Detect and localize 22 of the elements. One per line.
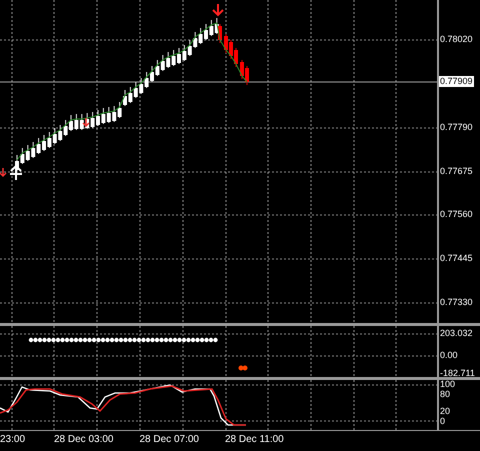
indicator-axis-label: -182.711: [440, 368, 475, 379]
price-axis-label: 0.77445: [440, 253, 473, 264]
time-axis-label: 28 Dec 03:00: [54, 434, 114, 445]
indicator-axis-label: 0.00: [440, 350, 458, 361]
down-arrow-icon: [0, 167, 7, 178]
up-arrow-icon: [9, 164, 23, 181]
down-arrow-icon: [82, 117, 90, 128]
current-price-label: 0.77909: [439, 76, 474, 87]
price-axis-label: 0.77675: [440, 166, 473, 177]
down-arrow-icon: [212, 3, 224, 16]
indicator-axis-label: 203.032: [440, 328, 473, 339]
time-axis-label: 23:00: [0, 434, 26, 445]
oscillator-axis-label: 100: [440, 379, 456, 390]
price-axis-label: 0.77790: [440, 122, 473, 133]
price-axis-label: 0.77330: [440, 297, 473, 308]
oscillator-axis-label: 0: [440, 416, 446, 427]
oscillator-axis-label: 20: [440, 406, 450, 417]
oscillator-axis-label: 80: [440, 389, 450, 400]
price-axis-label: 0.77560: [440, 209, 473, 220]
time-axis-label: 28 Dec 11:00: [225, 434, 284, 445]
price-axis-label: 0.78020: [440, 34, 473, 45]
time-axis-label: 28 Dec 07:00: [140, 434, 199, 445]
